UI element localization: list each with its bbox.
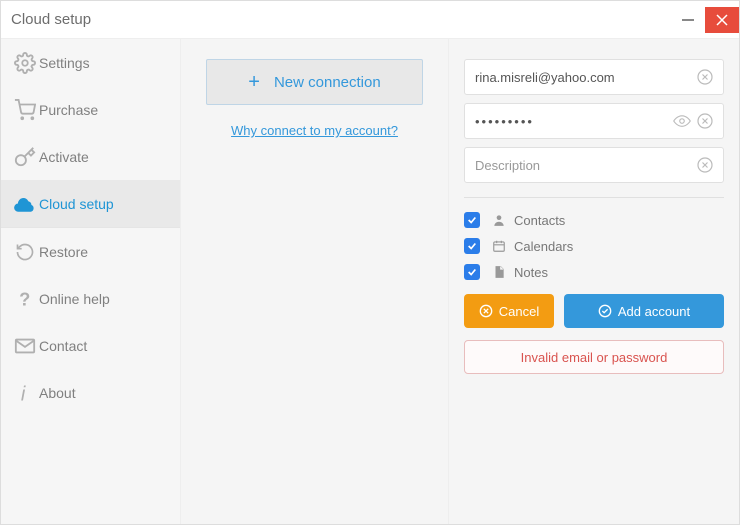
person-icon xyxy=(490,213,508,227)
sync-label: Calendars xyxy=(514,239,573,254)
sync-calendars-row: Calendars xyxy=(464,238,724,254)
close-button[interactable] xyxy=(705,7,739,33)
add-account-button[interactable]: Add account xyxy=(564,294,724,328)
sync-notes-row: Notes xyxy=(464,264,724,280)
titlebar: Cloud setup xyxy=(1,1,739,39)
sidebar-item-label: Online help xyxy=(39,291,110,307)
restore-icon xyxy=(11,242,39,262)
sync-contacts-row: Contacts xyxy=(464,212,724,228)
check-icon xyxy=(598,304,612,318)
notes-icon xyxy=(490,265,508,279)
sidebar-item-label: Settings xyxy=(39,55,90,71)
new-connection-button[interactable]: + New connection xyxy=(206,59,423,105)
cancel-label: Cancel xyxy=(499,304,539,319)
email-field[interactable] xyxy=(475,70,691,85)
help-icon: ? xyxy=(11,287,39,311)
sidebar-item-cloud-setup[interactable]: Cloud setup xyxy=(1,180,180,227)
cancel-button[interactable]: Cancel xyxy=(464,294,554,328)
sidebar-item-activate[interactable]: Activate xyxy=(1,133,180,180)
checkbox-contacts[interactable] xyxy=(464,212,480,228)
center-panel: + New connection Why connect to my accou… xyxy=(181,39,449,524)
sidebar-item-online-help[interactable]: ? Online help xyxy=(1,275,180,322)
new-connection-label: New connection xyxy=(274,74,381,91)
svg-text:i: i xyxy=(21,383,26,405)
info-icon: i xyxy=(11,380,39,406)
sidebar-item-restore[interactable]: Restore xyxy=(1,228,180,275)
form-panel: Contacts Calendars Notes xyxy=(449,39,739,524)
description-field-wrapper xyxy=(464,147,724,183)
sidebar-item-about[interactable]: i About xyxy=(1,369,180,416)
sidebar-item-purchase[interactable]: Purchase xyxy=(1,86,180,133)
calendar-icon xyxy=(490,239,508,253)
sidebar-item-contact[interactable]: Contact xyxy=(1,322,180,369)
cart-icon xyxy=(11,99,39,121)
key-icon xyxy=(11,146,39,168)
password-field[interactable] xyxy=(475,114,667,129)
sidebar-item-label: Cloud setup xyxy=(39,196,114,212)
sync-label: Contacts xyxy=(514,213,565,228)
add-account-label: Add account xyxy=(618,304,690,319)
sidebar-item-label: About xyxy=(39,385,76,401)
why-connect-link[interactable]: Why connect to my account? xyxy=(231,123,398,138)
sidebar-item-label: Restore xyxy=(39,244,88,260)
mail-icon xyxy=(11,335,39,357)
clear-icon[interactable] xyxy=(697,157,713,173)
minimize-button[interactable] xyxy=(671,7,705,33)
checkbox-calendars[interactable] xyxy=(464,238,480,254)
checkbox-notes[interactable] xyxy=(464,264,480,280)
plus-icon: + xyxy=(248,71,260,94)
clear-icon[interactable] xyxy=(697,113,713,129)
sidebar-item-label: Activate xyxy=(39,149,89,165)
svg-text:?: ? xyxy=(19,288,30,309)
description-field[interactable] xyxy=(475,158,691,173)
gear-icon xyxy=(11,52,39,74)
sidebar: Settings Purchase Activate Cloud setup xyxy=(1,39,181,524)
sync-label: Notes xyxy=(514,265,548,280)
password-field-wrapper xyxy=(464,103,724,139)
email-field-wrapper xyxy=(464,59,724,95)
window-title: Cloud setup xyxy=(11,11,91,28)
cancel-icon xyxy=(479,304,493,318)
sidebar-item-settings[interactable]: Settings xyxy=(1,39,180,86)
sidebar-item-label: Contact xyxy=(39,338,87,354)
eye-icon[interactable] xyxy=(673,113,691,129)
clear-icon[interactable] xyxy=(697,69,713,85)
cloud-icon xyxy=(11,194,39,214)
sidebar-item-label: Purchase xyxy=(39,102,98,118)
error-message: Invalid email or password xyxy=(464,340,724,374)
